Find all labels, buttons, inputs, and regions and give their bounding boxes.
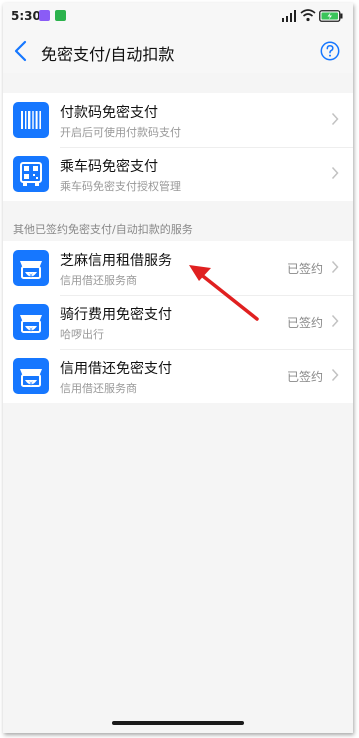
notification-app-icon	[39, 10, 50, 21]
chevron-right-icon	[331, 368, 339, 382]
cellular-signal-icon	[282, 10, 296, 22]
status-bar: 5:30	[3, 3, 353, 29]
chevron-right-icon	[331, 260, 339, 274]
svg-text:¥: ¥	[29, 274, 33, 280]
signed-status: 已签约	[286, 370, 323, 384]
primary-settings-list: 付款码免密支付 开启后可使用付款码支付 乘车码免密支付 乘车码免密支付授权管理	[3, 93, 353, 201]
chevron-right-icon	[331, 314, 339, 328]
annotation-arrow-icon	[189, 265, 259, 321]
chevron-right-icon	[331, 112, 339, 126]
list-item-service[interactable]: ¥ 芝麻信用租借服务 信用借还服务商 已签约	[3, 241, 353, 295]
item-subtitle: 开启后可使用付款码支付	[60, 126, 181, 139]
signed-status: 已签约	[286, 262, 323, 276]
list-item-transit-code[interactable]: 乘车码免密支付 乘车码免密支付授权管理	[3, 147, 353, 201]
status-time: 5:30	[11, 9, 41, 23]
item-title: 付款码免密支付	[60, 105, 158, 121]
list-item-service[interactable]: ¥ 信用借还免密支付 信用借还服务商 已签约	[3, 349, 353, 403]
item-subtitle: 信用借还服务商	[60, 382, 137, 395]
bus-qr-icon	[13, 156, 49, 192]
notification-app-icon	[55, 10, 66, 21]
home-indicator[interactable]	[112, 721, 244, 725]
signed-services-list: ¥ 芝麻信用租借服务 信用借还服务商 已签约 ¥ 骑行费用免密支付 哈啰出行 已…	[3, 241, 353, 403]
help-icon[interactable]	[320, 41, 340, 61]
battery-charging-icon	[319, 10, 343, 22]
item-title: 乘车码免密支付	[60, 159, 158, 175]
item-title: 芝麻信用租借服务	[60, 253, 172, 269]
back-arrow-icon[interactable]	[13, 40, 29, 62]
signed-status: 已签约	[286, 316, 323, 330]
barcode-icon	[13, 102, 49, 138]
shop-icon: ¥	[13, 250, 49, 286]
shop-icon: ¥	[13, 358, 49, 394]
item-subtitle: 乘车码免密支付授权管理	[60, 180, 181, 193]
item-subtitle: 信用借还服务商	[60, 274, 137, 287]
item-title: 信用借还免密支付	[60, 361, 172, 377]
shop-icon: ¥	[13, 304, 49, 340]
item-title: 骑行费用免密支付	[60, 307, 172, 323]
page-title: 免密支付/自动扣款	[41, 45, 175, 64]
section-heading: 其他已签约免密支付/自动扣款的服务	[13, 223, 193, 236]
svg-text:¥: ¥	[29, 328, 33, 334]
list-item-payment-code[interactable]: 付款码免密支付 开启后可使用付款码支付	[3, 93, 353, 147]
nav-header: 免密支付/自动扣款	[3, 29, 353, 73]
list-item-service[interactable]: ¥ 骑行费用免密支付 哈啰出行 已签约	[3, 295, 353, 349]
svg-text:¥: ¥	[29, 382, 33, 388]
chevron-right-icon	[331, 166, 339, 180]
wifi-icon	[300, 9, 316, 22]
phone-screen: 5:30 免密支付/自动扣款 付款码免密支付 开启后可使用付款码支付 乘车码免密…	[3, 3, 353, 733]
item-subtitle: 哈啰出行	[60, 328, 104, 341]
